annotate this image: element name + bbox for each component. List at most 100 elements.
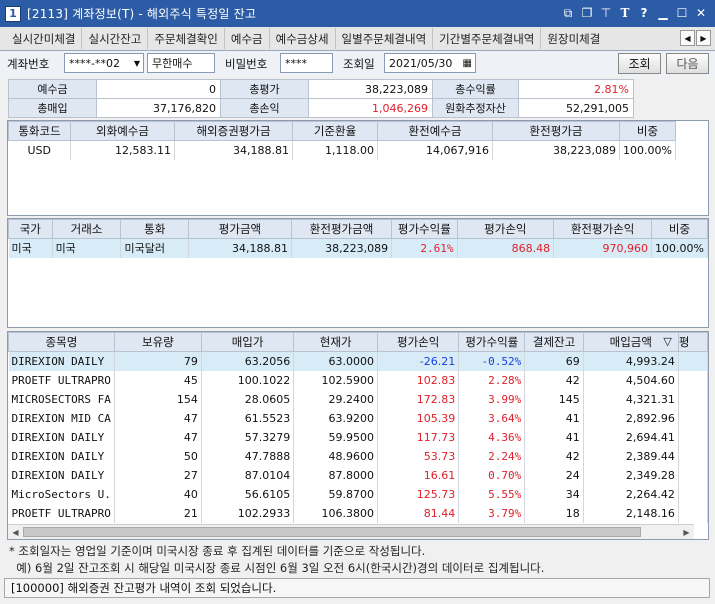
- total-buy-value: 37,176,820: [96, 98, 221, 118]
- close-icon[interactable]: ✕: [693, 4, 709, 22]
- scroll-thumb[interactable]: [23, 527, 641, 537]
- table-row[interactable]: DIREXION DAILY 79 63.2056 63.0000 -26.21 -0.5…: [8, 351, 708, 371]
- col-eval-pl[interactable]: 평가손익: [456, 219, 555, 239]
- cell: 14,067,916: [377, 140, 493, 160]
- tab-deposit[interactable]: 예수금: [225, 28, 270, 49]
- cell: 34,188.81: [174, 140, 293, 160]
- maximize-icon[interactable]: ☐: [674, 4, 690, 22]
- col-buy-price[interactable]: 매입가: [200, 332, 295, 352]
- col-converted-eval-amount[interactable]: 환전평가금액: [290, 219, 393, 239]
- tab-realtime-unfilled[interactable]: 실시간미체결: [0, 28, 83, 49]
- help-icon[interactable]: ?: [636, 4, 652, 22]
- deposit-value: 0: [96, 79, 221, 99]
- cell: 105.39: [377, 408, 460, 428]
- cell: 41: [524, 408, 584, 428]
- font-icon[interactable]: T: [617, 4, 633, 22]
- cell: MicroSectors U.: [8, 484, 115, 504]
- restore-window-icon[interactable]: ⧉: [560, 4, 576, 22]
- copy-window-icon[interactable]: ❐: [579, 4, 595, 22]
- tab-scroll-right-icon[interactable]: ▶: [696, 30, 711, 46]
- cell: 2,694.41: [583, 427, 679, 447]
- col-converted-eval-pl[interactable]: 환전평가손익: [553, 219, 652, 239]
- col-converted-eval[interactable]: 환전평가금: [492, 121, 620, 141]
- pin-icon[interactable]: ⊤: [598, 4, 614, 22]
- col-eval-return[interactable]: 평가수익률: [458, 332, 526, 352]
- scroll-right-icon[interactable]: ▶: [680, 526, 693, 538]
- table-row[interactable]: DIREXION DAILY 27 87.0104 87.8000 16.61 0.70%…: [8, 465, 708, 485]
- col-buy-amount[interactable]: 매입금액 ▽: [582, 332, 679, 352]
- col-country[interactable]: 국가: [8, 219, 53, 239]
- cell: 미국: [8, 238, 53, 258]
- cell: 40: [114, 484, 202, 504]
- cell: 16.61: [377, 465, 460, 485]
- deposit-label: 예수금: [8, 79, 97, 99]
- tab-realtime-balance[interactable]: 실시간잔고: [82, 28, 149, 49]
- col-weight[interactable]: 비중: [619, 121, 676, 141]
- cell: 3.79%: [458, 503, 526, 523]
- table-row[interactable]: DIREXION DAILY 47 57.3279 59.9500 117.73 4.36…: [8, 427, 708, 447]
- col-overflow[interactable]: 평: [677, 332, 708, 352]
- col-current-price[interactable]: 현재가: [293, 332, 379, 352]
- col-buy-amount-label: 매입금액: [609, 335, 652, 349]
- cell: MICROSECTORS FA: [8, 389, 115, 409]
- tab-ledger-unfilled[interactable]: 원장미체결: [541, 28, 606, 49]
- tab-daily-orders[interactable]: 일별주문체결내역: [336, 28, 434, 49]
- scroll-left-icon[interactable]: ◀: [9, 526, 22, 538]
- cell: [678, 351, 708, 371]
- cell: 42: [524, 446, 584, 466]
- col-weight[interactable]: 비중: [651, 219, 708, 239]
- tab-period-orders[interactable]: 기간별주문체결내역: [433, 28, 542, 49]
- cell: [678, 389, 708, 409]
- col-settled-balance[interactable]: 결제잔고: [524, 332, 584, 352]
- account-type-field: 무한매수: [147, 53, 215, 73]
- cell: 63.2056: [201, 351, 295, 371]
- title-bar: 1 [2113] 계좌정보(T) - 해외주식 특정일 잔고 ⧉ ❐ ⊤ T ?…: [0, 0, 715, 27]
- col-eval-pl[interactable]: 평가손익: [377, 332, 460, 352]
- cell: 145: [524, 389, 584, 409]
- col-currency-code[interactable]: 통화코드: [8, 121, 71, 141]
- table-row[interactable]: MicroSectors U. 40 56.6105 59.8700 125.73 5.5…: [8, 484, 708, 504]
- currency-header-row: 통화코드 외화예수금 해외증권평가금 기준환율 환전예수금 환전평가금 비중: [8, 121, 676, 141]
- table-row[interactable]: USD 12,583.11 34,188.81 1,118.00 14,067,…: [8, 140, 676, 160]
- calendar-icon[interactable]: ▦: [463, 58, 472, 69]
- cell: 29.2400: [293, 389, 379, 409]
- tab-deposit-detail[interactable]: 예수금상세: [270, 28, 336, 49]
- krw-assets-value: 52,291,005: [518, 98, 634, 118]
- cell: DIREXION DAILY: [8, 446, 115, 466]
- col-eval-amount[interactable]: 평가금액: [187, 219, 292, 239]
- password-input[interactable]: ****: [280, 53, 333, 73]
- cell: 1,118.00: [292, 140, 378, 160]
- cell: 3.64%: [458, 408, 526, 428]
- col-stock-name[interactable]: 종목명: [8, 332, 115, 352]
- table-row[interactable]: PROETF ULTRAPRO 45 100.1022 102.5900 102.83 2…: [8, 370, 708, 390]
- col-quantity[interactable]: 보유량: [113, 332, 202, 352]
- account-select[interactable]: ****-**02 ▼: [64, 53, 144, 73]
- col-currency[interactable]: 통화: [120, 219, 189, 239]
- sort-desc-icon[interactable]: ▽: [663, 335, 671, 348]
- cell: 100.1022: [201, 370, 295, 390]
- next-button[interactable]: 다음: [666, 53, 709, 74]
- date-input[interactable]: 2021/05/30 ▦: [384, 53, 476, 73]
- cell: 63.9200: [293, 408, 379, 428]
- cell: 2,349.28: [583, 465, 679, 485]
- col-foreign-securities[interactable]: 해외증권평가금: [174, 121, 293, 141]
- col-converted-deposit[interactable]: 환전예수금: [377, 121, 493, 141]
- tab-order-confirm[interactable]: 주문체결확인: [148, 28, 225, 49]
- cell: PROETF ULTRAPRO: [8, 370, 115, 390]
- table-row[interactable]: DIREXION DAILY 50 47.7888 48.9600 53.73 2.24%…: [8, 446, 708, 466]
- horizontal-scrollbar[interactable]: ◀ ▶: [8, 524, 694, 539]
- note-line: 예) 6월 2일 잔고조회 시 해당일 미국시장 종료 시점인 6월 3일 오전…: [9, 561, 545, 575]
- col-exchange-rate[interactable]: 기준환율: [292, 121, 378, 141]
- table-row[interactable]: 미국 미국 미국달러 34,188.81 38,223,089 2.61% 86…: [8, 238, 708, 258]
- minimize-icon[interactable]: ▁: [655, 4, 671, 22]
- cell: 79: [114, 351, 202, 371]
- query-button[interactable]: 조회: [618, 53, 661, 74]
- tab-scroll-left-icon[interactable]: ◀: [680, 30, 695, 46]
- cell: DIREXION DAILY: [8, 351, 115, 371]
- table-row[interactable]: MICROSECTORS FA 154 28.0605 29.2400 172.83 3.…: [8, 389, 708, 409]
- col-foreign-deposit[interactable]: 외화예수금: [70, 121, 175, 141]
- col-eval-return[interactable]: 평가수익률: [391, 219, 458, 239]
- table-row[interactable]: DIREXION MID CA 47 61.5523 63.9200 105.39 3.6…: [8, 408, 708, 428]
- col-exchange[interactable]: 거래소: [51, 219, 122, 239]
- table-row[interactable]: PROETF ULTRAPRO 21 102.2933 106.3800 81.44 3.…: [8, 503, 708, 523]
